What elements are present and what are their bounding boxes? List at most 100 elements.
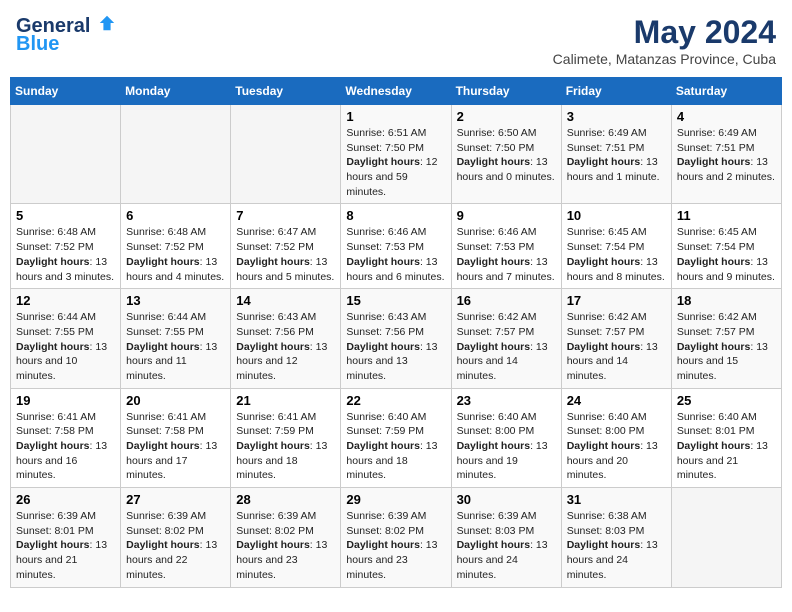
cell-text: Sunrise: 6:40 AM xyxy=(677,410,776,425)
cell-text: Sunset: 8:02 PM xyxy=(346,524,445,539)
cell-text: Sunrise: 6:41 AM xyxy=(16,410,115,425)
cell-text: Daylight hours: 13 hours and 21 minutes. xyxy=(16,538,115,582)
cell-text: Daylight hours: 13 hours and 20 minutes. xyxy=(567,439,666,483)
cell-text: Sunrise: 6:42 AM xyxy=(457,310,556,325)
cell-text: Sunset: 7:56 PM xyxy=(236,325,335,340)
calendar-cell: 21Sunrise: 6:41 AMSunset: 7:59 PMDayligh… xyxy=(231,388,341,487)
cell-text: Sunset: 8:03 PM xyxy=(567,524,666,539)
cell-text: Sunrise: 6:44 AM xyxy=(16,310,115,325)
calendar-week-3: 19 Sunrise: 6:41 AM Sunset: 7:58 PM Dayligh… xyxy=(11,388,782,487)
cell-text: Daylight hours: 13 hours and 14 minutes. xyxy=(457,340,556,384)
cell-text: Sunset: 8:02 PM xyxy=(236,524,335,539)
calendar-cell: 12Sunrise: 6:44 AMSunset: 7:55 PMDayligh… xyxy=(11,289,121,388)
calendar-cell: 19Sunrise: 6:41 AMSunset: 7:58 PMDayligh… xyxy=(11,388,121,487)
cell-text: Daylight hours: 13 hours and 24 minutes. xyxy=(457,538,556,582)
cell-text: Sunrise: 6:46 AM xyxy=(346,225,445,240)
day-number: 14 xyxy=(236,293,335,308)
day-number: 7 xyxy=(236,208,335,223)
cell-text: Sunrise: 6:39 AM xyxy=(126,509,225,524)
cell-text: Daylight hours: 13 hours and 18 minutes. xyxy=(236,439,335,483)
cell-text: Sunrise: 6:39 AM xyxy=(16,509,115,524)
cell-text: Daylight hours: 13 hours and 15 minutes. xyxy=(677,340,776,384)
cell-text: Sunset: 8:00 PM xyxy=(457,424,556,439)
calendar-cell: 30 Sunrise: 6:39 AMSunset: 8:03 PMDayligh… xyxy=(451,488,561,587)
cell-text: Daylight hours: 13 hours and 23 minutes. xyxy=(236,538,335,582)
dow-header-friday: Friday xyxy=(561,78,671,105)
cell-text: Sunset: 8:01 PM xyxy=(677,424,776,439)
cell-text: Sunrise: 6:39 AM xyxy=(457,509,556,524)
cell-text: Daylight hours: 13 hours and 13 minutes. xyxy=(346,340,445,384)
cell-text: Sunrise: 6:43 AM xyxy=(346,310,445,325)
day-number: 26 xyxy=(16,492,115,507)
logo: General Blue xyxy=(16,14,116,56)
day-number: 30 xyxy=(457,492,556,507)
subtitle: Calimete, Matanzas Province, Cuba xyxy=(553,51,776,67)
cell-text: Sunset: 7:58 PM xyxy=(126,424,225,439)
cell-text: Sunrise: 6:50 AM xyxy=(457,126,556,141)
calendar-cell: 23Sunrise: 6:40 AMSunset: 8:00 PMDayligh… xyxy=(451,388,561,487)
cell-text: Sunset: 7:52 PM xyxy=(126,240,225,255)
day-number: 28 xyxy=(236,492,335,507)
calendar-cell xyxy=(671,488,781,587)
cell-text: Daylight hours: 13 hours and 19 minutes. xyxy=(457,439,556,483)
cell-text: Daylight hours: 13 hours and 18 minutes. xyxy=(346,439,445,483)
calendar-cell: 4 Sunrise: 6:49 AMSunset: 7:51 PMDaylight… xyxy=(671,105,781,204)
cell-text: Sunrise: 6:45 AM xyxy=(567,225,666,240)
cell-text: Sunrise: 6:51 AM xyxy=(346,126,445,141)
calendar-cell xyxy=(231,105,341,204)
day-number: 11 xyxy=(677,208,776,223)
cell-text: Sunset: 7:52 PM xyxy=(236,240,335,255)
cell-text: Sunset: 8:02 PM xyxy=(126,524,225,539)
cell-text: Sunrise: 6:38 AM xyxy=(567,509,666,524)
cell-text: Sunset: 7:54 PM xyxy=(677,240,776,255)
day-number: 4 xyxy=(677,109,776,124)
cell-text: Sunset: 7:53 PM xyxy=(346,240,445,255)
day-number: 19 xyxy=(16,393,115,408)
cell-text: Sunrise: 6:48 AM xyxy=(16,225,115,240)
cell-text: Sunrise: 6:40 AM xyxy=(346,410,445,425)
cell-text: Daylight hours: 13 hours and 1 minute. xyxy=(567,155,666,184)
cell-text: Sunset: 7:53 PM xyxy=(457,240,556,255)
day-of-week-row: SundayMondayTuesdayWednesdayThursdayFrid… xyxy=(11,78,782,105)
cell-text: Sunrise: 6:47 AM xyxy=(236,225,335,240)
calendar-cell: 10Sunrise: 6:45 AMSunset: 7:54 PMDayligh… xyxy=(561,204,671,289)
day-number: 13 xyxy=(126,293,225,308)
page-header: General Blue May 2024 Calimete, Matanzas… xyxy=(10,10,782,71)
day-number: 16 xyxy=(457,293,556,308)
cell-text: Sunset: 7:51 PM xyxy=(677,141,776,156)
cell-text: Sunset: 7:57 PM xyxy=(457,325,556,340)
cell-text: Sunrise: 6:49 AM xyxy=(677,126,776,141)
calendar-cell: 2Sunrise: 6:50 AMSunset: 7:50 PMDaylight… xyxy=(451,105,561,204)
cell-text: Sunrise: 6:45 AM xyxy=(677,225,776,240)
calendar-cell: 16 Sunrise: 6:42 AMSunset: 7:57 PMDayligh… xyxy=(451,289,561,388)
cell-text: Sunset: 8:03 PM xyxy=(457,524,556,539)
cell-text: Sunrise: 6:49 AM xyxy=(567,126,666,141)
cell-text: Sunrise: 6:42 AM xyxy=(567,310,666,325)
calendar-cell xyxy=(121,105,231,204)
day-number: 18 xyxy=(677,293,776,308)
day-number: 12 xyxy=(16,293,115,308)
calendar-cell: 11Sunrise: 6:45 AMSunset: 7:54 PMDayligh… xyxy=(671,204,781,289)
calendar-cell: 8Sunrise: 6:46 AMSunset: 7:53 PMDaylight… xyxy=(341,204,451,289)
calendar-cell: 24Sunrise: 6:40 AMSunset: 8:00 PMDayligh… xyxy=(561,388,671,487)
calendar-cell: 13Sunrise: 6:44 AMSunset: 7:55 PMDayligh… xyxy=(121,289,231,388)
cell-text: Sunset: 8:00 PM xyxy=(567,424,666,439)
dow-header-saturday: Saturday xyxy=(671,78,781,105)
cell-text: Daylight hours: 13 hours and 2 minutes. xyxy=(677,155,776,184)
day-number: 8 xyxy=(346,208,445,223)
cell-text: Daylight hours: 13 hours and 21 minutes. xyxy=(677,439,776,483)
calendar-cell: 25Sunrise: 6:40 AMSunset: 8:01 PMDayligh… xyxy=(671,388,781,487)
calendar-cell: 22Sunrise: 6:40 AMSunset: 7:59 PMDayligh… xyxy=(341,388,451,487)
dow-header-wednesday: Wednesday xyxy=(341,78,451,105)
day-number: 6 xyxy=(126,208,225,223)
calendar-cell: 3Sunrise: 6:49 AMSunset: 7:51 PMDaylight… xyxy=(561,105,671,204)
cell-text: Sunrise: 6:46 AM xyxy=(457,225,556,240)
cell-text: Sunrise: 6:39 AM xyxy=(346,509,445,524)
cell-text: Daylight hours: 13 hours and 4 minutes. xyxy=(126,255,225,284)
dow-header-thursday: Thursday xyxy=(451,78,561,105)
main-title: May 2024 xyxy=(553,14,776,51)
calendar-cell: 14Sunrise: 6:43 AMSunset: 7:56 PMDayligh… xyxy=(231,289,341,388)
cell-text: Sunset: 7:55 PM xyxy=(16,325,115,340)
cell-text: Sunset: 7:55 PM xyxy=(126,325,225,340)
dow-header-tuesday: Tuesday xyxy=(231,78,341,105)
